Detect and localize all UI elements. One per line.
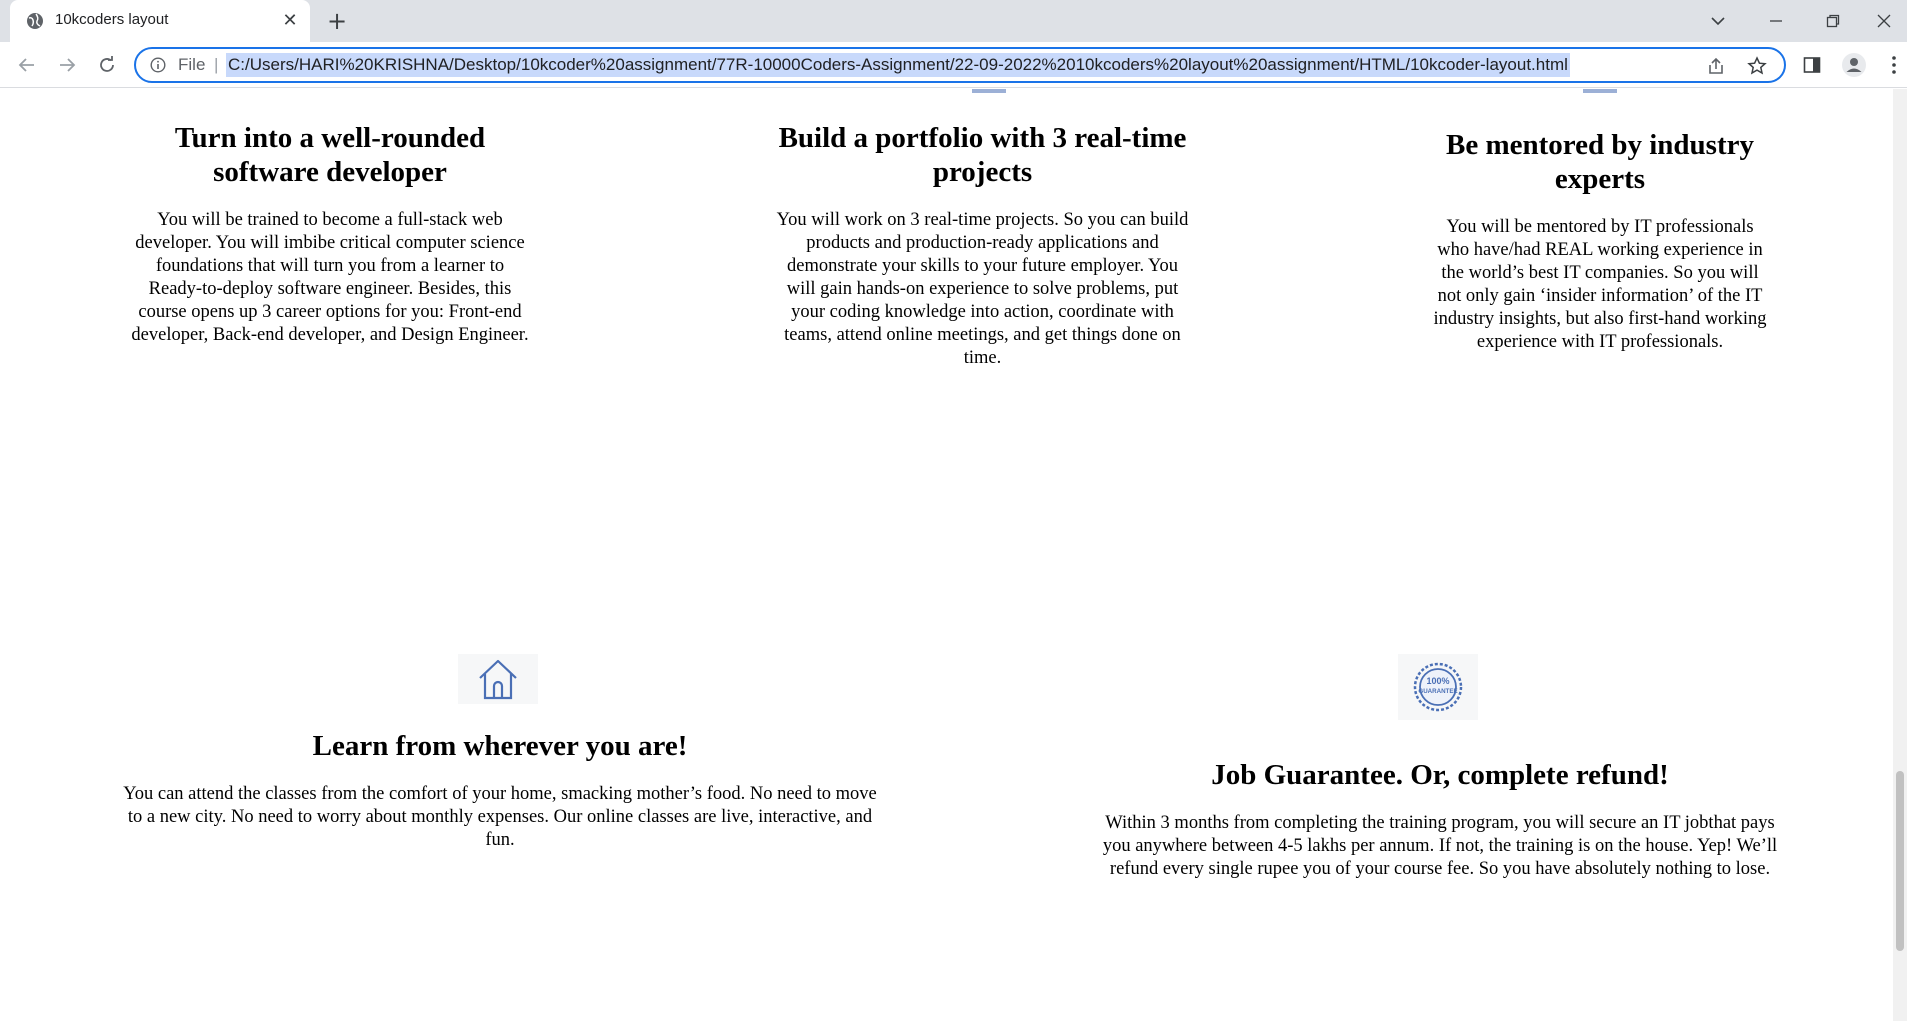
feature-card-portfolio: Build a portfolio with 3 real-time proje… (775, 121, 1190, 370)
chevron-down-icon (1711, 17, 1725, 26)
side-panel-button[interactable] (1800, 53, 1824, 77)
feature-card-remote: Learn from wherever you are! You can att… (120, 729, 880, 852)
forward-button[interactable] (53, 51, 81, 79)
tab-strip: 10kcoders layout ✕ + (0, 0, 1907, 42)
feature-body: You will work on 3 real-time projects. S… (776, 210, 1189, 368)
share-icon[interactable] (1706, 56, 1726, 76)
close-icon (1877, 14, 1890, 28)
star-icon[interactable] (1747, 56, 1767, 76)
guarantee-icon-frame: 100% GUARANTEE (1398, 654, 1478, 720)
profile-icon (1842, 53, 1866, 77)
scroll-thumb[interactable] (1896, 771, 1904, 951)
home-icon (479, 659, 517, 700)
feature-title: Learn from wherever you are! (312, 730, 688, 762)
vertical-scrollbar[interactable] (1893, 89, 1907, 1021)
reload-button[interactable] (93, 51, 121, 79)
feature-title: Build a portfolio with 3 real-time proje… (778, 122, 1187, 188)
svg-text:100%: 100% (1426, 676, 1449, 686)
tab-search-button[interactable] (1690, 0, 1746, 42)
chip-separator: | (214, 55, 219, 74)
feature-card-job-guarantee: Job Guarantee. Or, complete refund! With… (1100, 758, 1780, 881)
globe-icon (27, 13, 43, 29)
back-arrow-icon (18, 58, 34, 72)
window-close-button[interactable] (1860, 0, 1907, 42)
forward-arrow-icon (60, 58, 76, 72)
restore-button[interactable] (1805, 0, 1861, 42)
page-viewport: Turn into a well-rounded software develo… (0, 89, 1907, 1021)
feature-body: You will be mentored by IT professionals… (1433, 217, 1767, 352)
scheme-chip: File (178, 55, 206, 74)
feature-title: Job Guarantee. Or, complete refund! (1211, 759, 1669, 791)
project-icon (972, 89, 1006, 93)
reload-icon (100, 56, 114, 72)
back-button[interactable] (13, 51, 41, 79)
browser-tab[interactable]: 10kcoders layout ✕ (10, 0, 310, 42)
browser-toolbar: File | C:/Users/HARI%20KRISHNA/Desktop/1… (0, 42, 1907, 88)
mentor-icon (1583, 89, 1617, 93)
profile-button[interactable] (1842, 53, 1866, 77)
plus-icon[interactable]: + (324, 8, 350, 34)
info-icon[interactable] (150, 57, 166, 73)
feature-body: You will be trained to become a full-sta… (131, 210, 529, 345)
maximize-icon (1826, 14, 1840, 28)
tab-title: 10kcoders layout (55, 11, 169, 28)
home-icon-frame (458, 654, 538, 704)
address-bar[interactable]: File | C:/Users/HARI%20KRISHNA/Desktop/1… (134, 47, 1786, 83)
url-text[interactable]: C:/Users/HARI%20KRISHNA/Desktop/10kcoder… (226, 53, 1570, 77)
feature-body: Within 3 months from completing the trai… (1102, 813, 1778, 879)
minimize-button[interactable] (1748, 0, 1804, 42)
side-panel-icon (1803, 57, 1821, 73)
feature-title: Be mentored by industry experts (1445, 129, 1754, 195)
feature-card-mentored: Be mentored by industry experts You will… (1430, 128, 1770, 354)
feature-title: Turn into a well-rounded software develo… (174, 122, 486, 188)
svg-text:GUARANTEE: GUARANTEE (1418, 688, 1457, 695)
close-icon[interactable]: ✕ (280, 11, 300, 31)
minimize-icon (1770, 20, 1782, 22)
guarantee-badge-icon: 100% GUARANTEE (1413, 662, 1463, 712)
feature-body: You can attend the classes from the comf… (123, 784, 877, 850)
menu-icon (1892, 56, 1896, 74)
menu-button[interactable] (1882, 53, 1906, 77)
feature-card-full-stack: Turn into a well-rounded software develo… (130, 121, 530, 347)
